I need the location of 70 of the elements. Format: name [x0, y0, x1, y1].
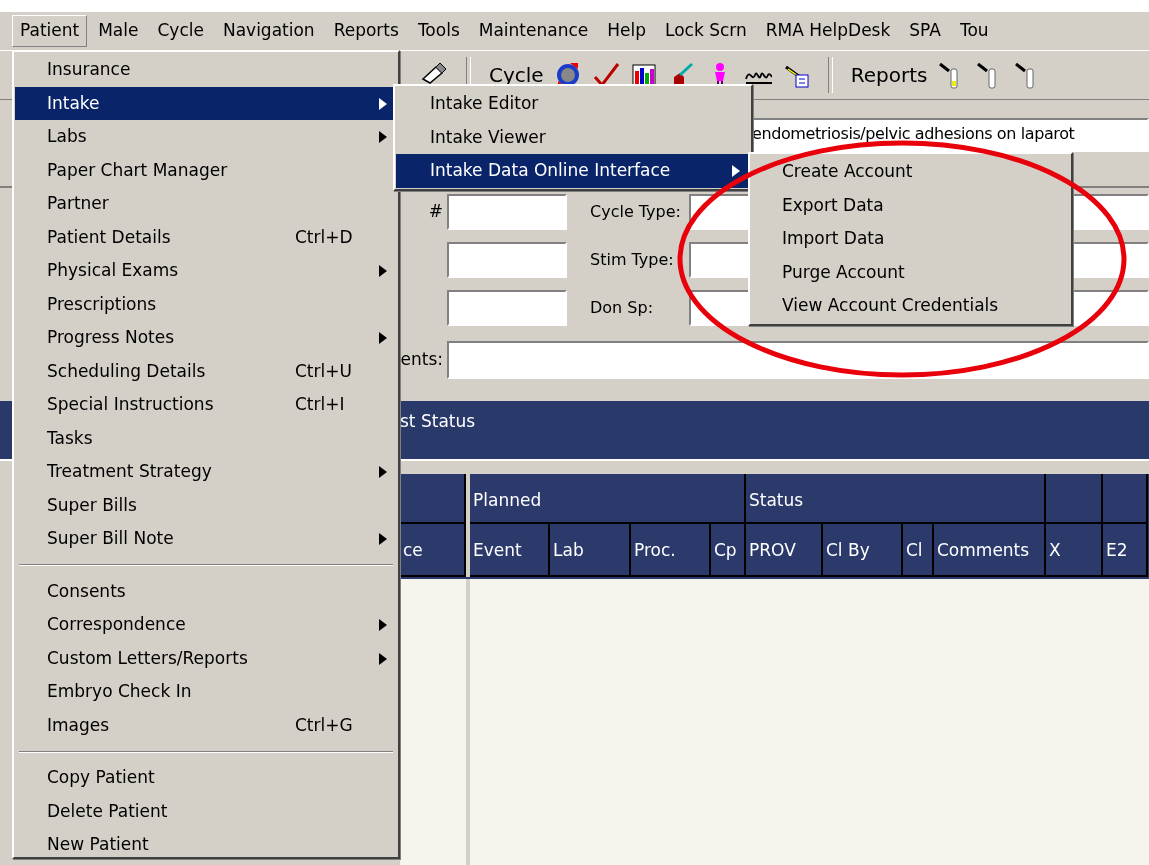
column-header[interactable]: E2: [1103, 524, 1148, 577]
field-label: Don Sp:: [589, 297, 655, 319]
menu-item[interactable]: New Patient: [15, 828, 397, 857]
menu-bar-item[interactable]: SPA: [901, 15, 949, 47]
menu-bar-item[interactable]: Male: [90, 15, 147, 47]
column-header[interactable]: Cp: [711, 524, 746, 577]
input-field[interactable]: [447, 242, 567, 278]
column-header[interactable]: Cl: [903, 524, 934, 577]
menu-item[interactable]: Intake Data Online Interface: [396, 154, 750, 188]
menu-item[interactable]: Tasks: [15, 421, 397, 455]
menu-item[interactable]: Prescriptions: [15, 287, 397, 321]
menu-item[interactable]: Embryo Check In: [15, 675, 397, 709]
menu-item[interactable]: Create Account: [751, 155, 1070, 189]
menu-item[interactable]: Super Bills: [15, 488, 397, 522]
shortcut-label: Ctrl+D: [295, 225, 353, 249]
menu-item[interactable]: Delete Patient: [15, 794, 397, 828]
comments-field[interactable]: [447, 341, 1149, 379]
menu-item[interactable]: Images Ctrl+G: [15, 708, 397, 742]
menu-bar-item[interactable]: Lock Scrn: [657, 15, 755, 47]
menu-bar-item[interactable]: Patient: [12, 15, 88, 47]
toolbar-label: Cycle: [489, 62, 544, 89]
field-label: Stim Type:: [589, 249, 675, 271]
shortcut-label: Ctrl+I: [295, 393, 345, 416]
menu-item[interactable]: View Account Credentials: [751, 289, 1070, 323]
menu-bar-item[interactable]: Tou: [951, 15, 997, 47]
header-cell: [1103, 474, 1148, 524]
input-field[interactable]: [447, 290, 567, 326]
menu-item[interactable]: Partner: [15, 187, 397, 221]
menu-item[interactable]: Progress Notes: [15, 321, 397, 355]
toolbar-label: Reports: [850, 62, 928, 89]
field-label: Cycle Type:: [589, 201, 682, 223]
column-header[interactable]: Cl By: [823, 524, 903, 577]
menu-item[interactable]: Import Data: [751, 222, 1070, 256]
menu-item[interactable]: Special Instructions Ctrl+I: [15, 388, 397, 422]
input-field[interactable]: [447, 194, 567, 230]
column-header[interactable]: Comments: [934, 524, 1046, 577]
menu-item[interactable]: Consents: [15, 574, 397, 608]
menu-bar-item[interactable]: Tools: [409, 15, 468, 47]
menu-item[interactable]: Super Bill Note: [15, 522, 397, 556]
menu-item[interactable]: Labs: [15, 120, 397, 154]
field-label: ents:: [399, 348, 444, 372]
column-group-header: Status: [746, 474, 1046, 524]
header-cell: [1046, 474, 1103, 524]
column-header[interactable]: Lab: [550, 524, 631, 577]
menu-item[interactable]: Physical Exams: [15, 254, 397, 288]
menu-item[interactable]: Paper Chart Manager: [15, 153, 397, 187]
menu-bar-item[interactable]: RMA HelpDesk: [757, 15, 899, 47]
column-header[interactable]: Event: [470, 524, 550, 577]
menu-item[interactable]: Custom Letters/Reports: [15, 641, 397, 675]
menu-bar-item[interactable]: Maintenance: [470, 15, 597, 47]
menu-bar-item[interactable]: Reports: [325, 15, 407, 47]
menu-item[interactable]: Scheduling Details Ctrl+U: [15, 354, 397, 388]
menu-item[interactable]: Copy Patient: [15, 761, 397, 795]
column-header[interactable]: Proc.: [631, 524, 711, 577]
menu-item[interactable]: Treatment Strategy: [15, 455, 397, 489]
menu-item[interactable]: Intake Editor: [396, 87, 750, 121]
menu-item[interactable]: Export Data: [751, 188, 1070, 222]
column-header[interactable]: PROV: [746, 524, 823, 577]
menu-item[interactable]: Patient Details Ctrl+D: [15, 220, 397, 254]
menu-bar-item[interactable]: Navigation: [214, 15, 323, 47]
field-label: #: [427, 200, 444, 224]
column-header[interactable]: X: [1046, 524, 1103, 577]
menu-bar-item[interactable]: Help: [599, 15, 654, 47]
menu-item[interactable]: Correspondence: [15, 608, 397, 642]
menu-item[interactable]: Insurance: [15, 53, 397, 87]
shortcut-label: Ctrl+G: [295, 713, 353, 737]
section-title: st Status: [400, 411, 476, 431]
menu-item[interactable]: Purge Account: [751, 255, 1070, 289]
shortcut-label: Ctrl+U: [295, 359, 352, 383]
menu-bar-item[interactable]: Cycle: [149, 15, 212, 47]
